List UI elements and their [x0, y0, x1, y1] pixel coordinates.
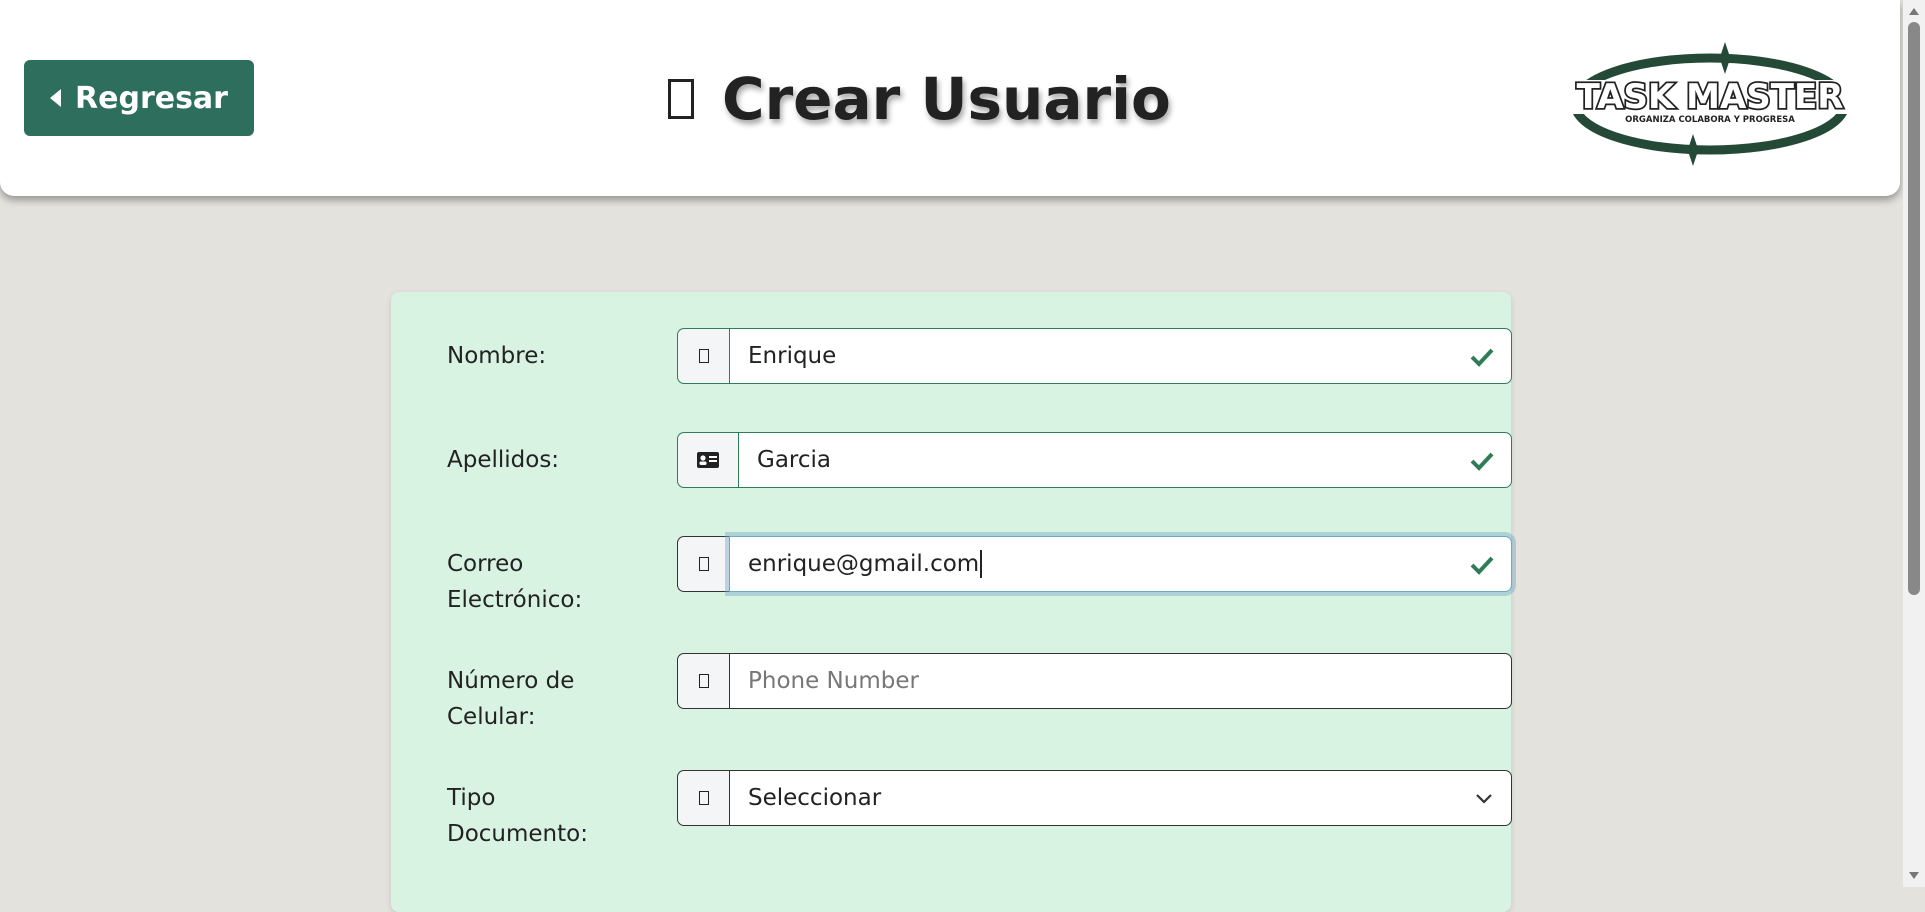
envelope-icon [677, 536, 729, 592]
celular-label-line1: Número de [447, 668, 575, 694]
scrollbar-thumb[interactable] [1908, 22, 1920, 595]
celular-input[interactable]: Phone Number [729, 653, 1512, 709]
id-card-icon [677, 432, 738, 488]
page-title-text: Crear Usuario [722, 65, 1171, 133]
nombre-label: Nombre: [447, 343, 547, 369]
header-bar: Regresar Crear Usuario TASK MASTER ORGAN… [0, 0, 1900, 196]
tipo-documento-label: Tipo Documento: [447, 780, 607, 852]
scroll-down-arrow-icon[interactable] [1909, 872, 1919, 879]
valid-check-icon [1470, 556, 1494, 575]
title-icon [668, 79, 694, 119]
celular-placeholder: Phone Number [748, 668, 919, 694]
chevron-down-icon [1476, 794, 1492, 804]
correo-label: Correo Electrónico: [447, 546, 607, 618]
correo-label-line2: Electrónico: [447, 587, 583, 613]
back-button[interactable]: Regresar [24, 60, 254, 136]
page-scrollbar[interactable] [1903, 0, 1925, 887]
correo-value: enrique@gmail.com [748, 551, 980, 577]
tipo-documento-selected: Seleccionar [748, 785, 882, 811]
task-master-logo: TASK MASTER ORGANIZA COLABORA Y PROGRESA [1563, 42, 1857, 166]
correo-label-line1: Correo [447, 551, 524, 577]
tipo-documento-label-line2: Documento: [447, 821, 588, 847]
valid-check-icon [1470, 348, 1494, 367]
tipo-documento-label-line1: Tipo [447, 785, 496, 811]
svg-text:TASK MASTER: TASK MASTER [1577, 77, 1844, 117]
celular-label-line2: Celular: [447, 704, 536, 730]
user-icon [677, 328, 729, 384]
tipo-documento-group: Seleccionar [677, 770, 1512, 826]
apellidos-value: Garcia [757, 447, 831, 473]
phone-icon [677, 653, 729, 709]
celular-label: Número de Celular: [447, 663, 607, 735]
apellidos-label: Apellidos: [447, 447, 560, 473]
correo-input[interactable]: enrique@gmail.com [729, 536, 1512, 592]
document-icon [677, 770, 729, 826]
apellidos-input[interactable]: Garcia [738, 432, 1512, 488]
nombre-input-group: Enrique [677, 328, 1512, 384]
correo-input-group: enrique@gmail.com [677, 536, 1512, 592]
caret-left-icon [50, 89, 62, 107]
valid-check-icon [1470, 452, 1494, 471]
back-button-label: Regresar [75, 80, 228, 116]
page-title: Crear Usuario [668, 64, 1171, 134]
scroll-up-arrow-icon[interactable] [1909, 8, 1919, 15]
svg-text:ORGANIZA COLABORA Y PROGRESA: ORGANIZA COLABORA Y PROGRESA [1625, 115, 1795, 125]
nombre-value: Enrique [748, 343, 837, 369]
text-cursor [980, 550, 983, 578]
apellidos-input-group: Garcia [677, 432, 1512, 488]
tipo-documento-select[interactable]: Seleccionar [729, 770, 1512, 826]
celular-input-group: Phone Number [677, 653, 1512, 709]
create-user-form: Nombre: Enrique Apellidos: Garcia Correo… [391, 292, 1512, 912]
nombre-input[interactable]: Enrique [729, 328, 1512, 384]
